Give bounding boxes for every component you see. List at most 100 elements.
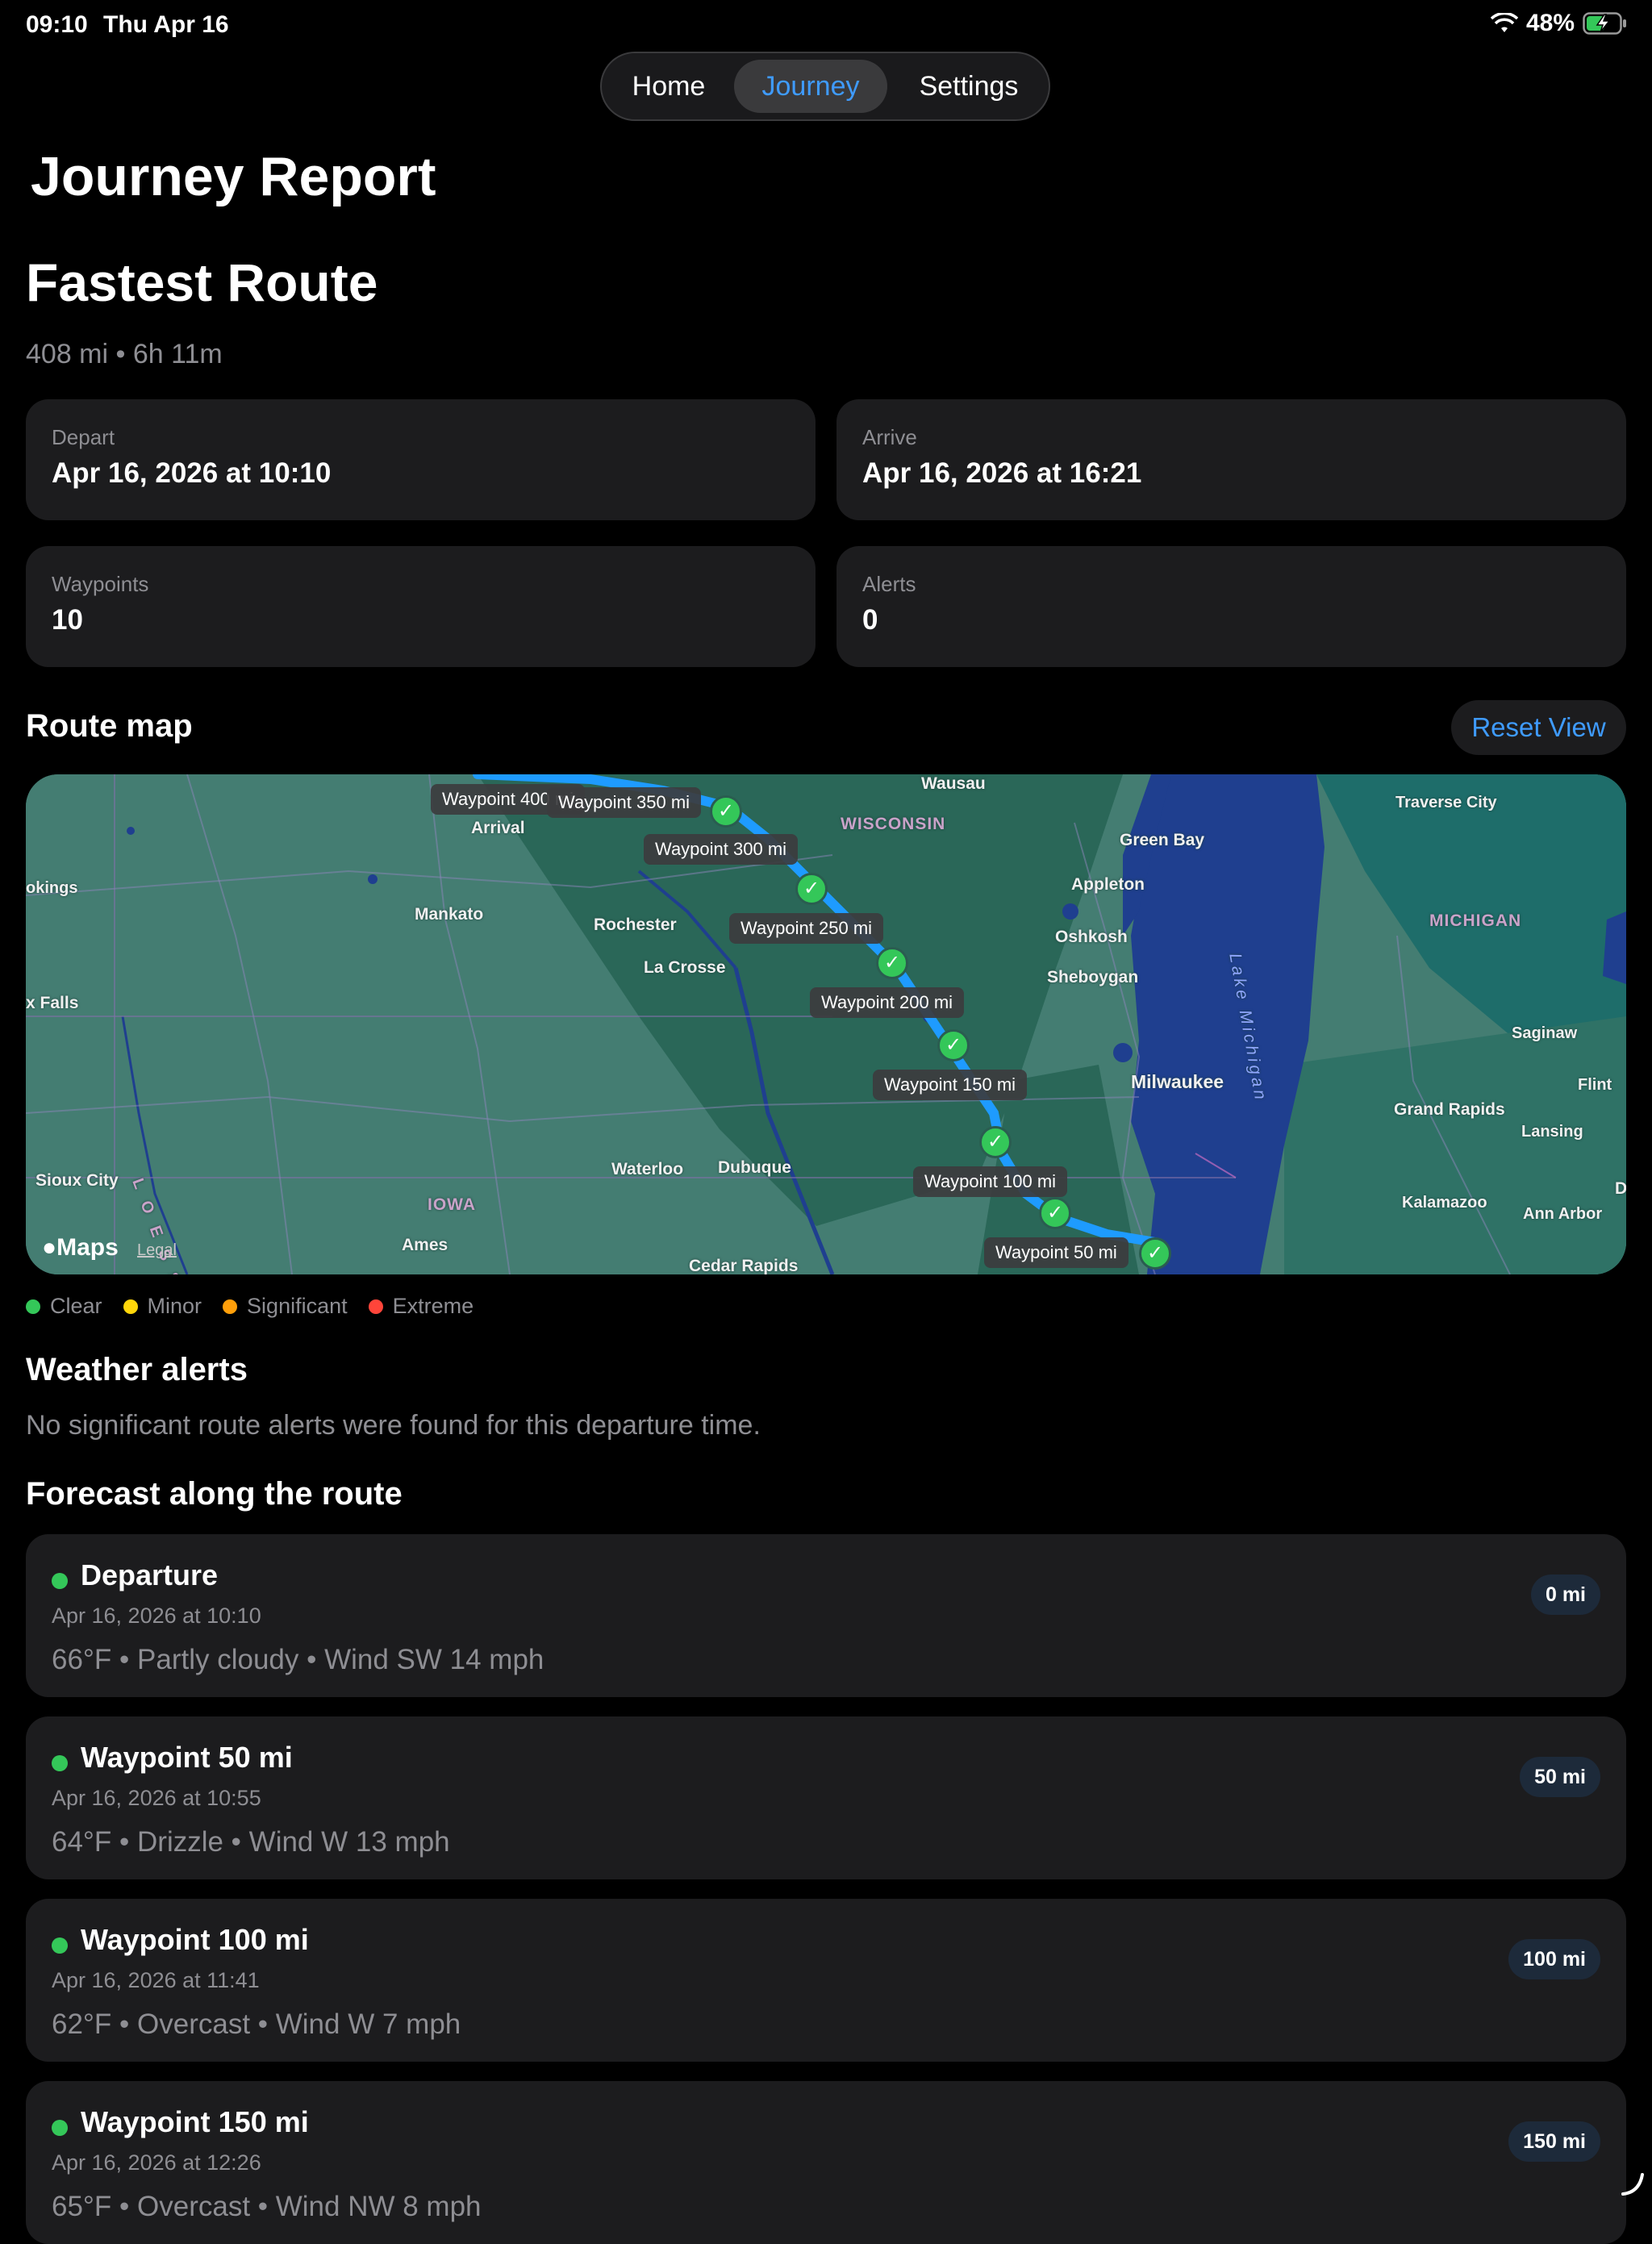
forecast-time: Apr 16, 2026 at 10:10: [52, 1604, 261, 1628]
map-label-grand-rapids: Grand Rapids: [1394, 1100, 1505, 1119]
map-label-saginaw: Saginaw: [1512, 1024, 1578, 1042]
waypoints-label: Waypoints: [52, 572, 149, 596]
depart-label: Depart: [52, 425, 115, 449]
map-label-wisconsin: WISCONSIN: [841, 815, 946, 833]
map-label-oshkosh: Oshkosh: [1055, 928, 1128, 946]
reset-view-button[interactable]: Reset View: [1451, 700, 1626, 755]
waypoint-label-350: Waypoint 350 mi: [547, 787, 702, 818]
battery-charging-icon: [1583, 12, 1626, 35]
forecast-weather: 62°F • Overcast • Wind W 7 mph: [52, 2008, 461, 2040]
legend-item-minor: Minor: [123, 1294, 202, 1319]
waypoints-value: 10: [52, 604, 83, 636]
forecast-time: Apr 16, 2026 at 11:41: [52, 1968, 260, 1992]
map-label-sioux-falls: x Falls: [26, 994, 79, 1012]
weather-alerts-heading: Weather alerts: [26, 1352, 248, 1387]
map-label-traverse-city: Traverse City: [1395, 794, 1497, 811]
legend-dot-extreme-icon: [368, 1299, 383, 1314]
page-title: Journey Report: [31, 146, 436, 207]
resize-handle-icon[interactable]: [1620, 2171, 1646, 2197]
tab-journey[interactable]: Journey: [734, 60, 887, 113]
status-dot-icon: [52, 1573, 68, 1589]
depart-card: Depart Apr 16, 2026 at 10:10: [26, 399, 816, 520]
route-summary: 408 mi • 6h 11m: [26, 339, 223, 369]
apple-logo-icon: ●: [42, 1234, 57, 1261]
forecast-weather: 64°F • Drizzle • Wind W 13 mph: [52, 1826, 450, 1858]
legend-dot-significant-icon: [223, 1299, 238, 1314]
waypoint-check-300-icon[interactable]: ✓: [795, 873, 828, 905]
waypoints-card: Waypoints 10: [26, 546, 816, 667]
depart-value: Apr 16, 2026 at 10:10: [52, 457, 332, 489]
waypoint-label-300: Waypoint 300 mi: [644, 834, 799, 865]
distance-badge: 50 mi: [1520, 1757, 1600, 1797]
legend-item-clear: Clear: [26, 1294, 102, 1319]
forecast-name: Waypoint 50 mi: [81, 1741, 293, 1774]
waypoint-label-100: Waypoint 100 mi: [913, 1166, 1068, 1197]
maps-brand-text: Maps: [56, 1234, 119, 1261]
legend-dot-clear-icon: [26, 1299, 40, 1314]
waypoint-check-200-icon[interactable]: ✓: [937, 1029, 970, 1062]
map-label-rochester: Rochester: [594, 916, 677, 934]
status-dot-icon: [52, 1937, 68, 1954]
tab-settings[interactable]: Settings: [900, 60, 1037, 113]
segmented-tab-control: Home Journey Settings: [600, 52, 1050, 121]
waypoint-label-50: Waypoint 50 mi: [984, 1237, 1128, 1268]
status-dot-icon: [52, 1755, 68, 1771]
map-label-brookings: okings: [26, 879, 78, 897]
map-label-waterloo: Waterloo: [611, 1160, 684, 1178]
forecast-name: Waypoint 100 mi: [81, 1923, 309, 1956]
status-dot-icon: [52, 2120, 68, 2136]
waypoint-check-350-icon[interactable]: ✓: [710, 795, 742, 828]
forecast-time: Apr 16, 2026 at 10:55: [52, 1786, 261, 1810]
waypoint-check-100-icon[interactable]: ✓: [1039, 1197, 1071, 1229]
map-label-milwaukee: Milwaukee: [1131, 1071, 1224, 1092]
legal-link[interactable]: Legal: [137, 1241, 177, 1260]
forecast-row-waypoint-150[interactable]: Waypoint 150 mi Apr 16, 2026 at 12:26 65…: [26, 2081, 1626, 2244]
forecast-heading: Forecast along the route: [26, 1476, 403, 1512]
battery-percent: 48%: [1525, 10, 1575, 36]
forecast-name: Departure: [81, 1558, 219, 1591]
route-map[interactable]: Wausau Arrival WISCONSIN Green Bay Trave…: [26, 774, 1626, 1274]
waypoint-check-50-icon[interactable]: ✓: [1139, 1237, 1171, 1270]
alerts-card: Alerts 0: [836, 546, 1626, 667]
legend-label-extreme: Extreme: [392, 1294, 474, 1318]
waypoint-check-150-icon[interactable]: ✓: [979, 1126, 1012, 1158]
map-label-mankato: Mankato: [415, 905, 484, 924]
map-label-appleton: Appleton: [1071, 875, 1145, 894]
map-label-wausau: Wausau: [921, 774, 986, 793]
legend-dot-minor-icon: [123, 1299, 138, 1314]
severity-legend: Clear Minor Significant Extreme: [26, 1294, 494, 1319]
map-base: [26, 774, 1626, 1274]
wifi-icon: [1490, 13, 1518, 32]
distance-badge: 100 mi: [1508, 1939, 1600, 1979]
map-label-kalamazoo: Kalamazoo: [1402, 1194, 1487, 1212]
status-time: 09:10: [26, 11, 88, 38]
route-map-heading: Route map: [26, 708, 193, 744]
legend-label-significant: Significant: [247, 1294, 348, 1318]
route-title: Fastest Route: [26, 252, 378, 312]
status-indicators: 48%: [1490, 10, 1628, 37]
arrive-label: Arrive: [862, 425, 917, 449]
waypoint-check-250-icon[interactable]: ✓: [876, 947, 908, 979]
forecast-name: Waypoint 150 mi: [81, 2105, 309, 2138]
forecast-row-waypoint-50[interactable]: Waypoint 50 mi Apr 16, 2026 at 10:55 64°…: [26, 1716, 1626, 1879]
map-label-dubuque: Dubuque: [718, 1158, 791, 1177]
waypoint-label-150: Waypoint 150 mi: [873, 1070, 1028, 1100]
forecast-row-waypoint-100[interactable]: Waypoint 100 mi Apr 16, 2026 at 11:41 62…: [26, 1899, 1626, 2062]
apple-maps-logo: ●Maps: [42, 1234, 119, 1262]
legend-item-significant: Significant: [223, 1294, 348, 1319]
status-date: Thu Apr 16: [103, 11, 229, 38]
forecast-row-departure[interactable]: Departure Apr 16, 2026 at 10:10 66°F • P…: [26, 1534, 1626, 1697]
map-label-michigan: MICHIGAN: [1429, 911, 1522, 930]
legend-item-extreme: Extreme: [368, 1294, 474, 1319]
weather-alerts-text: No significant route alerts were found f…: [26, 1410, 761, 1441]
arrive-value: Apr 16, 2026 at 16:21: [862, 457, 1142, 489]
map-label-flint: Flint: [1578, 1076, 1612, 1094]
map-label-arrival: Arrival: [471, 819, 525, 837]
map-label-ann-arbor: Ann Arbor: [1523, 1205, 1603, 1223]
tab-home[interactable]: Home: [616, 60, 721, 113]
waypoint-label-200: Waypoint 200 mi: [810, 987, 965, 1018]
alerts-label: Alerts: [862, 572, 916, 596]
map-label-sheboygan: Sheboygan: [1047, 968, 1139, 986]
legend-label-minor: Minor: [147, 1294, 202, 1318]
legend-label-clear: Clear: [50, 1294, 102, 1318]
